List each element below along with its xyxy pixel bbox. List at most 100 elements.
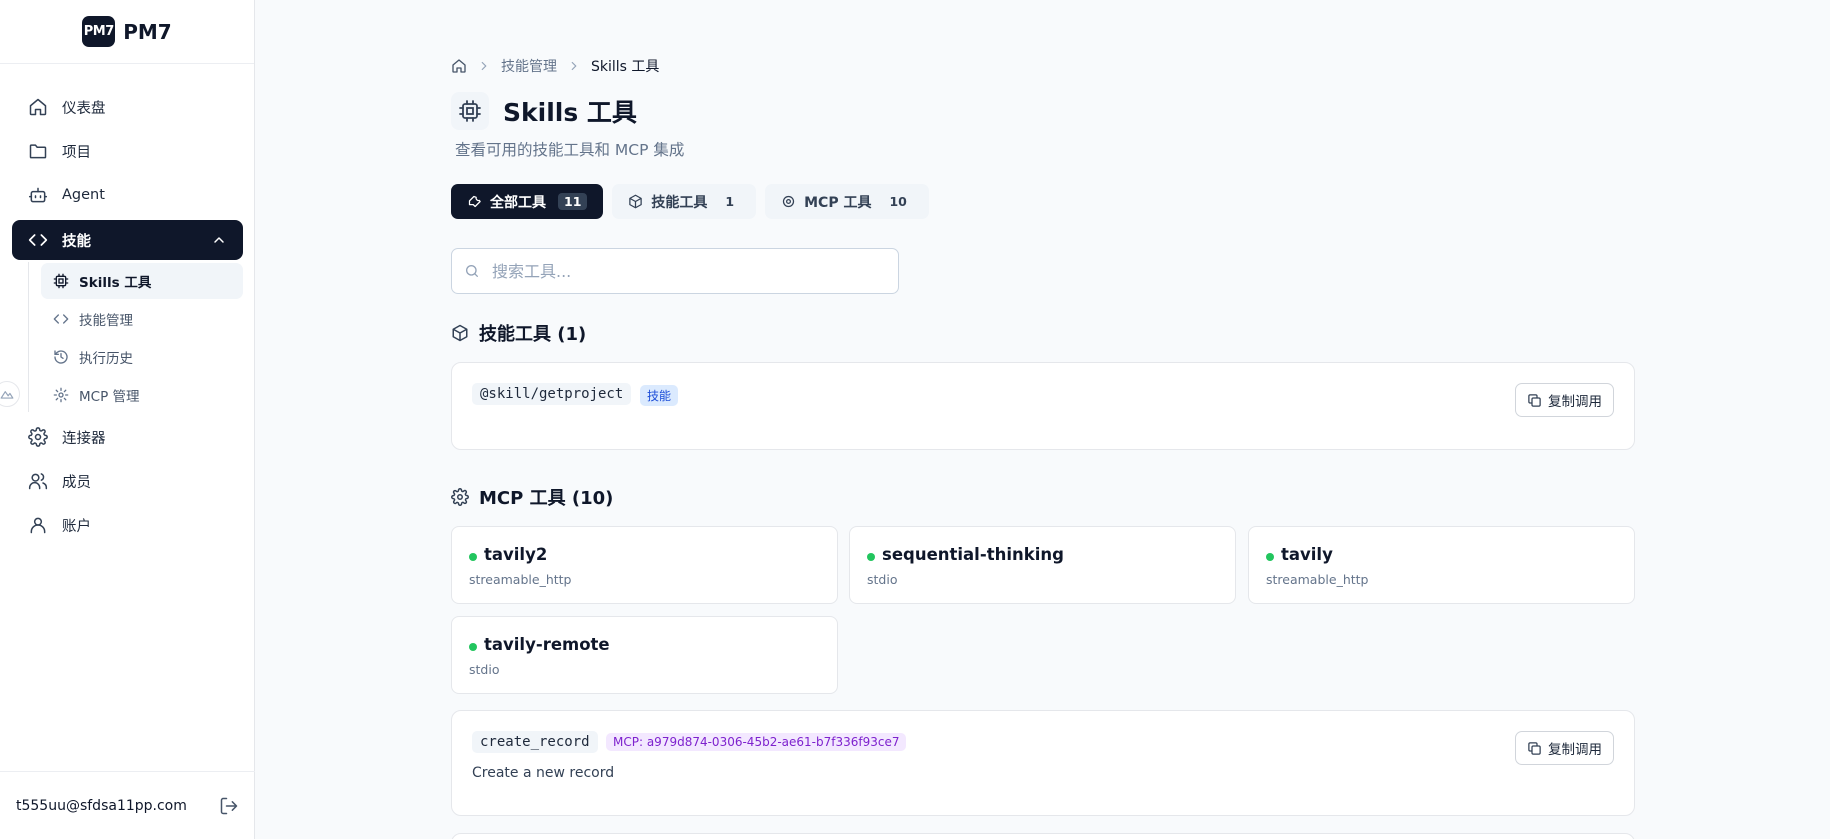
sidebar-item-label: Agent xyxy=(62,187,105,203)
sidebar-item-label: 成员 xyxy=(62,474,91,491)
copy-button-label: 复制调用 xyxy=(1548,394,1602,410)
sidebar-subitem-label: 技能管理 xyxy=(79,313,133,329)
chevron-up-icon[interactable] xyxy=(211,232,227,248)
tool-tabs: 全部工具 11 技能工具 1 MCP 工具 10 xyxy=(451,184,929,219)
home-icon[interactable] xyxy=(451,58,467,74)
sidebar-subitem-label: 执行历史 xyxy=(79,351,133,367)
breadcrumb-parent-link[interactable]: 技能管理 xyxy=(501,56,557,76)
breadcrumb-current: Skills 工具 xyxy=(591,59,660,75)
tool-name: @skill/getproject xyxy=(472,383,632,405)
tab-count-badge: 11 xyxy=(558,193,588,210)
sidebar-subitem-mcp-management[interactable]: MCP 管理 xyxy=(41,377,243,413)
sidebar-subitem-skills-tools[interactable]: Skills 工具 xyxy=(41,263,243,299)
sidebar-item-members[interactable]: 成员 xyxy=(12,461,243,501)
tab-label: 技能工具 xyxy=(651,194,708,211)
tab-count-badge: 1 xyxy=(725,194,735,209)
mcp-server-card[interactable]: tavily2 streamable_http xyxy=(451,526,838,604)
tab-count-badge: 10 xyxy=(889,194,907,209)
sidebar-item-label: 仪表盘 xyxy=(62,100,106,117)
skill-tool-card: @skill/getproject 技能 复制调用 xyxy=(451,362,1635,450)
sidebar-item-account[interactable]: 账户 xyxy=(12,505,243,545)
sidebar-subitem-skill-management[interactable]: 技能管理 xyxy=(41,301,243,337)
sidebar-item-dashboard[interactable]: 仪表盘 xyxy=(12,87,243,127)
status-online-dot xyxy=(867,553,875,561)
mountain-icon xyxy=(0,387,14,401)
gear-icon xyxy=(28,427,48,447)
mcp-tool-card: create_record MCP: a979d874-0306-45b2-ae… xyxy=(451,710,1635,816)
user-icon xyxy=(28,515,48,535)
sidebar-item-agent[interactable]: Agent xyxy=(12,175,243,215)
history-icon xyxy=(53,349,69,365)
copy-icon xyxy=(1527,741,1542,756)
sidebar-item-label: 项目 xyxy=(62,144,91,161)
logout-icon[interactable] xyxy=(219,796,239,816)
gear-icon xyxy=(781,194,796,209)
tab-skill-tools[interactable]: 技能工具 1 xyxy=(612,184,757,219)
section-title: MCP 工具 (10) xyxy=(479,488,614,509)
brand[interactable]: PM7 PM7 xyxy=(0,0,254,64)
user-email: t555uu@sfdsa11pp.com xyxy=(16,797,187,814)
sidebar-item-label: 账户 xyxy=(62,518,91,535)
sidebar-collapse-handle[interactable] xyxy=(0,381,20,407)
cpu-icon xyxy=(451,92,489,130)
server-name: tavily-remote xyxy=(484,635,610,654)
package-icon xyxy=(451,324,469,342)
mcp-server-card[interactable]: tavily-remote stdio xyxy=(451,616,838,694)
server-name: tavily xyxy=(1281,545,1333,564)
section-title: 技能工具 (1) xyxy=(479,324,587,345)
tool-name: create_record xyxy=(472,731,598,753)
sidebar-subitem-label: Skills 工具 xyxy=(79,275,152,291)
status-online-dot xyxy=(469,553,477,561)
server-transport: streamable_http xyxy=(1266,572,1369,587)
sidebar-item-connectors[interactable]: 连接器 xyxy=(12,417,243,457)
status-online-dot xyxy=(469,643,477,651)
server-name: tavily2 xyxy=(484,545,548,564)
copy-invocation-button[interactable]: 复制调用 xyxy=(1515,383,1614,417)
tab-all-tools[interactable]: 全部工具 11 xyxy=(451,184,604,219)
tab-label: MCP 工具 xyxy=(804,194,872,211)
copy-button-label: 复制调用 xyxy=(1548,742,1602,758)
home-icon xyxy=(28,97,48,117)
copy-icon xyxy=(1527,393,1542,408)
server-transport: stdio xyxy=(469,662,500,677)
search-icon xyxy=(464,263,480,279)
sidebar: PM7 PM7 仪表盘 项目 Agent 技能 Skills 工具 技能管理 执… xyxy=(0,0,255,839)
sidebar-item-projects[interactable]: 项目 xyxy=(12,131,243,171)
tool-description: Create a new record xyxy=(472,765,615,781)
code-icon xyxy=(28,230,48,250)
brand-name: PM7 xyxy=(123,19,172,44)
page-title: Skills 工具 xyxy=(503,98,637,127)
mcp-server-card[interactable]: sequential-thinking stdio xyxy=(849,526,1236,604)
tab-label: 全部工具 xyxy=(490,194,546,211)
mcp-server-card[interactable]: tavily streamable_http xyxy=(1248,526,1635,604)
server-transport: streamable_http xyxy=(469,572,572,587)
status-online-dot xyxy=(1266,553,1274,561)
code-icon xyxy=(53,311,69,327)
sidebar-item-label: 技能 xyxy=(62,233,91,250)
subnav-guide-line xyxy=(28,262,29,412)
copy-invocation-button[interactable]: 复制调用 xyxy=(1515,731,1614,765)
server-transport: stdio xyxy=(867,572,898,587)
chevron-right-icon xyxy=(477,59,491,73)
sidebar-subitem-label: MCP 管理 xyxy=(79,389,140,405)
mcp-tag-badge: MCP: a979d874-0306-45b2-ae61-b7f336f93ce… xyxy=(606,733,907,751)
bot-icon xyxy=(28,185,48,205)
cpu-icon xyxy=(53,273,69,289)
next-tool-card xyxy=(451,833,1635,839)
gear-icon xyxy=(53,387,69,403)
tab-mcp-tools[interactable]: MCP 工具 10 xyxy=(765,184,929,219)
gear-icon xyxy=(451,488,469,506)
search-box xyxy=(451,248,899,294)
search-input[interactable] xyxy=(492,261,892,281)
breadcrumb: 技能管理 Skills 工具 xyxy=(451,56,659,76)
page-header: Skills 工具 xyxy=(451,92,637,130)
users-icon xyxy=(28,471,48,491)
sidebar-item-skills[interactable]: 技能 xyxy=(12,220,243,260)
brand-logo: PM7 xyxy=(82,16,116,47)
sidebar-subitem-history[interactable]: 执行历史 xyxy=(41,339,243,375)
user-bar: t555uu@sfdsa11pp.com xyxy=(0,771,255,839)
folder-icon xyxy=(28,141,48,161)
chevron-right-icon xyxy=(567,59,581,73)
server-name: sequential-thinking xyxy=(882,545,1064,564)
mcp-tools-section-header: MCP 工具 (10) xyxy=(451,484,613,510)
